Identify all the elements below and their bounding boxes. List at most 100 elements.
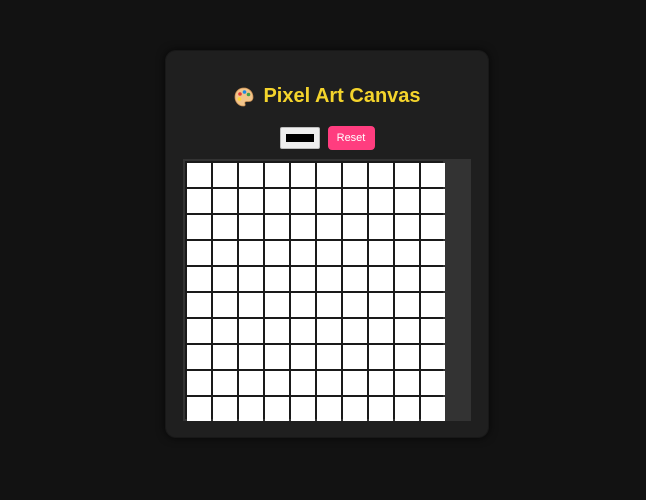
pixel-cell[interactable]: [421, 397, 445, 421]
pixel-cell[interactable]: [369, 267, 393, 291]
pixel-cell[interactable]: [239, 163, 263, 187]
pixel-cell[interactable]: [421, 371, 445, 395]
pixel-cell[interactable]: [395, 371, 419, 395]
pixel-cell[interactable]: [317, 345, 341, 369]
pixel-cell[interactable]: [343, 267, 367, 291]
pixel-cell[interactable]: [291, 215, 315, 239]
pixel-cell[interactable]: [213, 371, 237, 395]
pixel-cell[interactable]: [369, 397, 393, 421]
pixel-cell[interactable]: [239, 241, 263, 265]
pixel-cell[interactable]: [291, 371, 315, 395]
pixel-cell[interactable]: [343, 215, 367, 239]
pixel-cell[interactable]: [265, 267, 289, 291]
pixel-cell[interactable]: [395, 163, 419, 187]
pixel-cell[interactable]: [291, 293, 315, 317]
pixel-cell[interactable]: [265, 397, 289, 421]
pixel-cell[interactable]: [421, 241, 445, 265]
pixel-cell[interactable]: [317, 293, 341, 317]
pixel-cell[interactable]: [343, 397, 367, 421]
pixel-cell[interactable]: [421, 163, 445, 187]
pixel-cell[interactable]: [369, 163, 393, 187]
pixel-cell[interactable]: [291, 397, 315, 421]
pixel-cell[interactable]: [395, 241, 419, 265]
pixel-cell[interactable]: [213, 345, 237, 369]
pixel-cell[interactable]: [187, 397, 211, 421]
pixel-cell[interactable]: [395, 319, 419, 343]
pixel-cell[interactable]: [265, 241, 289, 265]
pixel-cell[interactable]: [343, 319, 367, 343]
pixel-cell[interactable]: [187, 163, 211, 187]
pixel-cell[interactable]: [317, 163, 341, 187]
pixel-cell[interactable]: [239, 371, 263, 395]
pixel-cell[interactable]: [317, 215, 341, 239]
pixel-cell[interactable]: [239, 189, 263, 213]
pixel-cell[interactable]: [187, 215, 211, 239]
pixel-cell[interactable]: [369, 319, 393, 343]
pixel-cell[interactable]: [213, 293, 237, 317]
pixel-cell[interactable]: [265, 189, 289, 213]
pixel-cell[interactable]: [187, 241, 211, 265]
pixel-cell[interactable]: [421, 189, 445, 213]
pixel-cell[interactable]: [343, 345, 367, 369]
pixel-cell[interactable]: [421, 267, 445, 291]
pixel-cell[interactable]: [317, 267, 341, 291]
pixel-cell[interactable]: [395, 267, 419, 291]
pixel-cell[interactable]: [421, 215, 445, 239]
pixel-cell[interactable]: [369, 345, 393, 369]
pixel-cell[interactable]: [291, 267, 315, 291]
pixel-cell[interactable]: [395, 293, 419, 317]
pixel-cell[interactable]: [317, 319, 341, 343]
pixel-cell[interactable]: [239, 319, 263, 343]
pixel-cell[interactable]: [369, 241, 393, 265]
pixel-cell[interactable]: [317, 397, 341, 421]
pixel-cell[interactable]: [187, 267, 211, 291]
pixel-cell[interactable]: [213, 397, 237, 421]
pixel-cell[interactable]: [369, 371, 393, 395]
pixel-cell[interactable]: [213, 241, 237, 265]
pixel-cell[interactable]: [239, 267, 263, 291]
pixel-cell[interactable]: [187, 189, 211, 213]
pixel-cell[interactable]: [187, 293, 211, 317]
pixel-cell[interactable]: [421, 345, 445, 369]
pixel-cell[interactable]: [239, 215, 263, 239]
pixel-cell[interactable]: [213, 189, 237, 213]
pixel-cell[interactable]: [265, 345, 289, 369]
pixel-cell[interactable]: [317, 241, 341, 265]
pixel-cell[interactable]: [291, 241, 315, 265]
pixel-cell[interactable]: [343, 163, 367, 187]
pixel-cell[interactable]: [213, 163, 237, 187]
pixel-cell[interactable]: [421, 319, 445, 343]
pixel-cell[interactable]: [187, 345, 211, 369]
pixel-cell[interactable]: [395, 345, 419, 369]
pixel-cell[interactable]: [421, 293, 445, 317]
pixel-cell[interactable]: [369, 293, 393, 317]
pixel-cell[interactable]: [395, 397, 419, 421]
pixel-cell[interactable]: [343, 371, 367, 395]
pixel-cell[interactable]: [213, 215, 237, 239]
pixel-cell[interactable]: [395, 189, 419, 213]
pixel-cell[interactable]: [317, 371, 341, 395]
pixel-cell[interactable]: [239, 345, 263, 369]
pixel-cell[interactable]: [265, 163, 289, 187]
pixel-cell[interactable]: [291, 189, 315, 213]
pixel-cell[interactable]: [291, 319, 315, 343]
pixel-cell[interactable]: [343, 241, 367, 265]
pixel-cell[interactable]: [187, 319, 211, 343]
pixel-cell[interactable]: [213, 267, 237, 291]
pixel-cell[interactable]: [239, 293, 263, 317]
color-picker[interactable]: [279, 127, 320, 149]
pixel-cell[interactable]: [265, 319, 289, 343]
pixel-cell[interactable]: [187, 371, 211, 395]
reset-button[interactable]: Reset: [327, 126, 375, 150]
pixel-cell[interactable]: [369, 189, 393, 213]
pixel-cell[interactable]: [213, 319, 237, 343]
pixel-cell[interactable]: [291, 345, 315, 369]
pixel-cell[interactable]: [265, 293, 289, 317]
pixel-cell[interactable]: [239, 397, 263, 421]
pixel-cell[interactable]: [343, 189, 367, 213]
pixel-cell[interactable]: [343, 293, 367, 317]
pixel-cell[interactable]: [291, 163, 315, 187]
pixel-cell[interactable]: [265, 371, 289, 395]
pixel-cell[interactable]: [265, 215, 289, 239]
pixel-cell[interactable]: [395, 215, 419, 239]
